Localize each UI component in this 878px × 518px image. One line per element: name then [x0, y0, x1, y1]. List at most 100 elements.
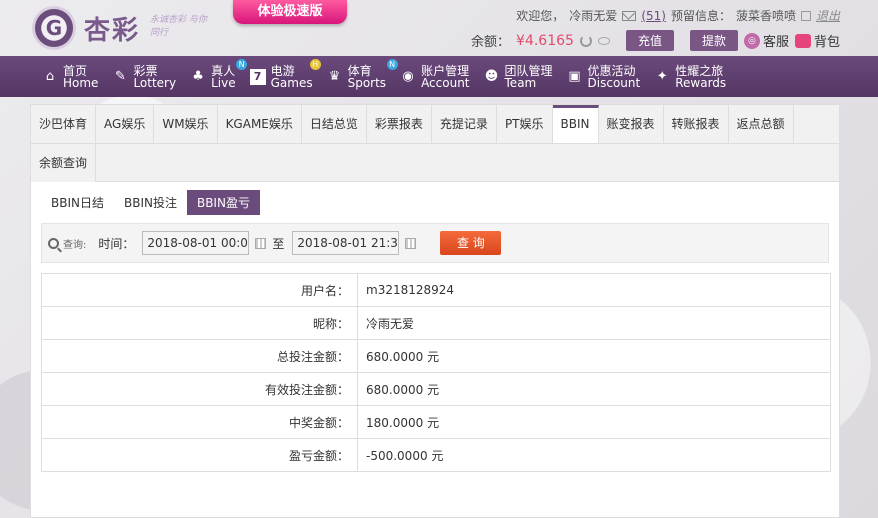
to-label: 至 [272, 236, 285, 251]
table-row: 中奖金额： 180.0000 元 [41, 405, 831, 439]
customer-service-link[interactable]: ◎ 客服 [743, 31, 789, 50]
balance-label: 余额： [471, 35, 511, 50]
reserve-value: 菠菜香喷喷 [735, 9, 796, 23]
nav-label-en: Account [421, 75, 470, 90]
table-row: 昵称： 冷雨无爱 [41, 306, 831, 340]
tab-change-report[interactable]: 账变报表 [598, 105, 664, 143]
time-label: 时间： [98, 236, 135, 251]
row-key: 盈亏金额： [41, 438, 358, 472]
tab-ag[interactable]: AG娱乐 [96, 105, 155, 143]
account-icon: ◉ [402, 69, 414, 84]
nav-label: 首页 [63, 63, 88, 78]
logo-text: 杏彩 [84, 15, 141, 46]
new-badge: N [386, 59, 398, 70]
mail-icon[interactable] [622, 10, 637, 21]
tab-pt[interactable]: PT娱乐 [496, 105, 553, 143]
nav-label-en: Games [270, 75, 313, 90]
row-value: -500.0000 元 [357, 438, 831, 472]
table-row: 盈亏金额： -500.0000 元 [41, 438, 831, 472]
backpack-icon [794, 33, 811, 48]
row-key: 中奖金额： [41, 405, 358, 439]
edit-icon[interactable] [800, 10, 811, 21]
backpack-link[interactable]: 背包 [794, 31, 840, 50]
deposit-button[interactable]: 充值 [625, 30, 674, 51]
search-label: 查询: [63, 239, 87, 251]
tab-wm[interactable]: WM娱乐 [154, 105, 218, 143]
nav-label-en: Sports [347, 75, 387, 90]
table-row: 有效投注金额： 680.0000 元 [41, 372, 831, 406]
eye-icon[interactable] [597, 36, 610, 45]
tab-rebate-total[interactable]: 返点总额 [728, 105, 794, 143]
nav-item-account[interactable]: ◉ 账户管理 Account [400, 56, 469, 97]
nav-item-live[interactable]: ♣ 真人 Live N [190, 56, 248, 97]
row-value: 680.0000 元 [357, 339, 831, 373]
start-date-input[interactable]: 2018-08-01 00:00:00 [142, 231, 250, 255]
calendar-icon[interactable] [255, 237, 267, 249]
nav-label-en: Lottery [133, 75, 177, 90]
search-button[interactable]: 查 询 [440, 231, 502, 255]
row-key: 昵称： [41, 306, 358, 340]
fast-version-button[interactable]: 体验极速版 [233, 0, 347, 24]
nav-item-discount[interactable]: ▣ 优惠活动 Discount [567, 56, 640, 97]
nav-label: 真人 [211, 63, 236, 78]
report-tabs: 沙巴体育 AG娱乐 WM娱乐 KGAME娱乐 日结总览 彩票报表 充提记录 PT… [31, 105, 839, 144]
backpack-label: 背包 [813, 35, 840, 50]
nav-label-en: Home [63, 75, 99, 90]
welcome-bar: 欢迎您， 冷雨无爱 (51) 预留信息： 菠菜香喷喷 退出 [516, 7, 840, 24]
nav-label-en: Rewards [675, 75, 727, 90]
refresh-icon[interactable] [579, 34, 592, 47]
end-date-input[interactable]: 2018-08-01 21:33:00 [292, 231, 400, 255]
nav-label: 彩票 [133, 63, 158, 78]
nav-item-team[interactable]: ☻ 团队管理 Team [484, 56, 553, 97]
header: G 杏彩 永诚杏彩 与你同行 体验极速版 欢迎您， 冷雨无爱 (51) 预留信息… [0, 0, 878, 56]
balance-value: ¥4.6165 [516, 32, 574, 49]
rewards-icon: ✦ [656, 69, 668, 84]
team-icon: ☻ [484, 69, 499, 84]
logo-icon: G [32, 6, 76, 50]
nav-label: 账户管理 [421, 63, 470, 78]
tab-deposit-records[interactable]: 充提记录 [431, 105, 497, 143]
tab-saba-sports[interactable]: 沙巴体育 [31, 105, 97, 143]
tab-bbin[interactable]: BBIN [552, 105, 599, 143]
report-tabs-row2: 余额查询 [31, 144, 839, 182]
nav-item-games[interactable]: 7 电游 Games H [249, 56, 321, 97]
row-value: 冷雨无爱 [357, 306, 831, 340]
subtab-bbin-profit[interactable]: BBIN盈亏 [186, 190, 260, 215]
balance-row: 余额： ¥4.6165 充值 提款 ◎ 客服 背包 [471, 30, 840, 51]
calendar-icon[interactable] [405, 237, 417, 249]
logout-link[interactable]: 退出 [816, 7, 840, 24]
subtab-bbin-daily[interactable]: BBIN日结 [41, 190, 114, 215]
home-icon: ⌂ [45, 69, 55, 84]
report-panel: 沙巴体育 AG娱乐 WM娱乐 KGAME娱乐 日结总览 彩票报表 充提记录 PT… [30, 104, 840, 518]
row-key: 用户名： [41, 273, 358, 307]
subtab-bbin-bets[interactable]: BBIN投注 [114, 190, 187, 215]
row-value: 180.0000 元 [357, 405, 831, 439]
games-icon: 7 [249, 68, 266, 85]
nav-item-rewards[interactable]: ✦ 性耀之旅 Rewards [654, 56, 726, 97]
site-logo[interactable]: G 杏彩 永诚杏彩 与你同行 [32, 4, 212, 52]
nav-item-lottery[interactable]: ✎ 彩票 Lottery [112, 56, 176, 97]
nav-item-home[interactable]: ⌂ 首页 Home [42, 56, 99, 97]
tab-daily-overview[interactable]: 日结总览 [301, 105, 367, 143]
search-bar: 查询: 时间： 2018-08-01 00:00:00 至 2018-08-01… [41, 223, 829, 263]
reserve-label: 预留信息： [670, 9, 731, 23]
tab-transfer-report[interactable]: 转账报表 [663, 105, 729, 143]
main-nav: ⌂ 首页 Home ✎ 彩票 Lottery ♣ 真人 Live N 7 电游 Game… [0, 56, 878, 97]
service-label: 客服 [762, 35, 789, 50]
nav-label: 电游 [270, 63, 295, 78]
logo-slogan: 永诚杏彩 与你同行 [150, 15, 207, 38]
withdraw-button[interactable]: 提款 [689, 30, 738, 51]
live-icon: ♣ [192, 69, 204, 84]
headset-icon: ◎ [743, 32, 760, 49]
nav-item-sports[interactable]: ♛ 体育 Sports N [327, 56, 398, 97]
nav-label: 性耀之旅 [675, 63, 724, 78]
row-key: 总投注金额： [41, 339, 358, 373]
table-row: 用户名： m3218128924 [41, 273, 831, 307]
tab-lottery-report[interactable]: 彩票报表 [366, 105, 432, 143]
tab-balance-query[interactable]: 余额查询 [31, 144, 97, 182]
tab-kgame[interactable]: KGAME娱乐 [217, 105, 302, 143]
mail-count-link[interactable]: (51) [641, 9, 666, 23]
new-badge: N [236, 59, 248, 70]
gift-icon: ▣ [568, 69, 581, 84]
search-icon [48, 237, 59, 249]
